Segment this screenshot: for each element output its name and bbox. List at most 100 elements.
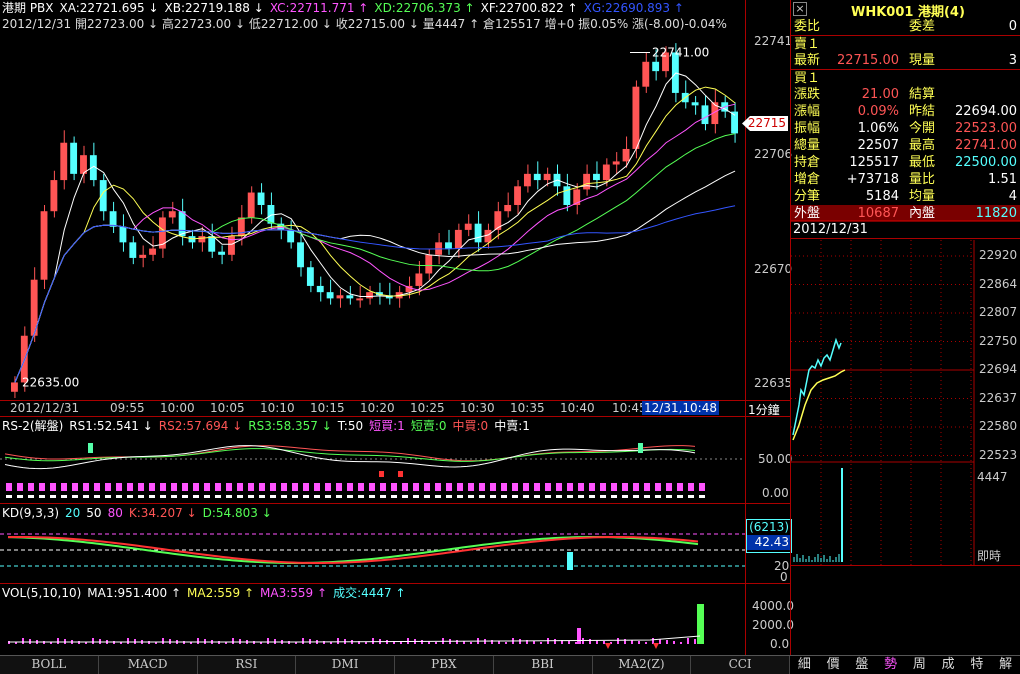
volume-chart[interactable] xyxy=(0,600,745,655)
volume-bar xyxy=(22,638,24,644)
signal-block xyxy=(380,495,386,498)
tab-ma2z[interactable]: MA2(Z) xyxy=(593,656,692,674)
side-tab-5[interactable]: 成 xyxy=(934,656,963,674)
kd-indicator-chart[interactable] xyxy=(0,520,745,583)
close-icon[interactable]: × xyxy=(793,2,807,16)
signal-block xyxy=(391,495,397,498)
quote-row: 總量 22507 最高 22741.00 xyxy=(791,137,1020,154)
mini-price-tick: 22864 xyxy=(979,276,1018,291)
quote-row: 增倉 +73718 量比 1.51 xyxy=(791,171,1020,188)
volume-bar xyxy=(697,604,704,644)
signal-block xyxy=(193,483,199,491)
candle-body xyxy=(149,248,156,255)
volume-bar xyxy=(617,638,619,644)
quote-value: 3 xyxy=(1008,53,1017,68)
candle-body xyxy=(316,285,324,293)
tab-bbi[interactable]: BBI xyxy=(494,656,593,674)
candle-body xyxy=(543,173,551,181)
divider xyxy=(0,416,745,417)
quote-label: 振幅 xyxy=(794,121,821,136)
candlestick-chart[interactable]: 22741.00 22635.00 xyxy=(0,32,745,400)
indicator-value: 短買:1 xyxy=(369,419,405,433)
signal-block xyxy=(61,495,67,498)
candle-body xyxy=(336,295,344,299)
side-tab-1[interactable]: 價 xyxy=(819,656,848,674)
time-tick: 10:35 xyxy=(510,401,545,415)
tab-boll[interactable]: BOLL xyxy=(0,656,99,674)
mini-price-tick: 22523 xyxy=(979,447,1018,462)
signal-block xyxy=(226,495,232,498)
indicator-value: XG:22690.893 ↑ xyxy=(583,1,684,15)
side-tab-6[interactable]: 特 xyxy=(963,656,992,674)
indicator-tab-bar: BOLL MACD RSI DMI PBX BBI MA2(Z) CCI xyxy=(0,655,790,674)
side-tab-7[interactable]: 解 xyxy=(991,656,1020,674)
signal-block xyxy=(633,495,639,498)
time-tick: 2012/12/31 xyxy=(10,401,80,415)
signal-block xyxy=(545,483,551,491)
indicator-value: XD:22706.373 ↑ xyxy=(374,1,475,15)
quote-row: 振幅 1.06% 今開 22523.00 xyxy=(791,120,1020,137)
side-tab-2[interactable]: 盤 xyxy=(848,656,877,674)
kline-chart-area[interactable]: 港期 PBX XA:22721.695 ↓ XB:22719.188 ↓ XC:227… xyxy=(0,0,745,655)
indicator-header-line1: 港期 PBX XA:22721.695 ↓ XB:22719.188 ↓ XC:227… xyxy=(2,1,690,15)
indicator-value: XF:22700.822 ↑ xyxy=(480,1,578,15)
signal-block xyxy=(303,483,309,491)
quote-value: 1.51 xyxy=(988,172,1017,187)
signal-block xyxy=(468,495,474,498)
kd-panel-header: KD(9,3,3) 20 50 80 K:34.207 ↓ D:54.803 ↓ xyxy=(2,506,278,520)
signal-block xyxy=(182,483,188,491)
signal-block xyxy=(270,495,276,498)
signal-bar xyxy=(88,443,93,453)
signal-block xyxy=(600,483,606,491)
tab-cci[interactable]: CCI xyxy=(691,656,790,674)
side-tab-0[interactable]: 細 xyxy=(790,656,819,674)
tab-dmi[interactable]: DMI xyxy=(296,656,395,674)
quote-value: 22500.00 xyxy=(954,155,1017,170)
signal-block xyxy=(479,495,485,498)
signal-block xyxy=(622,483,628,491)
signal-block xyxy=(358,483,364,491)
side-tab-4[interactable]: 周 xyxy=(905,656,934,674)
rs-indicator-chart[interactable] xyxy=(0,433,745,503)
moving-average-line xyxy=(14,133,736,383)
signal-block xyxy=(402,483,408,491)
volume-bar xyxy=(92,638,94,644)
quote-label: 買１ xyxy=(794,71,821,86)
signal-block xyxy=(424,495,430,498)
signal-block xyxy=(215,483,221,491)
signal-block xyxy=(556,495,562,498)
candle-body xyxy=(494,211,502,230)
signal-block xyxy=(347,495,353,498)
candle-body xyxy=(356,298,364,301)
quote-label: 漲幅 xyxy=(794,104,821,119)
quote-row: 委比 委差 0 xyxy=(791,18,1020,35)
volume-bar xyxy=(127,638,129,644)
quote-value: 1.06% xyxy=(857,121,899,136)
volume-bar xyxy=(232,638,234,644)
quote-label: 委差 xyxy=(909,19,936,34)
signal-block xyxy=(215,495,221,498)
time-tick: 10:40 xyxy=(560,401,595,415)
divider xyxy=(746,583,791,584)
quote-panel: × WHK001 港期(4) 委比 委差 0 賣１ 最新 22715.00 現量 3 買１ 漲跌 2… xyxy=(790,0,1020,655)
candle-body xyxy=(60,142,68,181)
candle-body xyxy=(523,173,531,187)
tab-macd[interactable]: MACD xyxy=(99,656,198,674)
tab-rsi[interactable]: RSI xyxy=(198,656,297,674)
signal-block xyxy=(556,483,562,491)
candle-body xyxy=(109,211,117,227)
candle-body xyxy=(198,236,206,243)
candle-body xyxy=(701,105,709,125)
indicator-value: 短賣:0 xyxy=(410,419,447,433)
indicator-value: RS3:58.357 ↓ xyxy=(248,419,332,433)
indicator-value: 50 xyxy=(86,506,102,520)
signal-block xyxy=(149,483,155,491)
signal-block xyxy=(402,495,408,498)
signal-block xyxy=(446,483,452,491)
indicator-value: XB:22719.188 ↓ xyxy=(164,1,264,15)
time-tick: 10:20 xyxy=(360,401,395,415)
tab-pbx[interactable]: PBX xyxy=(395,656,494,674)
side-tab-3[interactable]: 勢 xyxy=(876,656,905,674)
candle-body xyxy=(257,192,265,205)
signal-block xyxy=(17,495,23,498)
